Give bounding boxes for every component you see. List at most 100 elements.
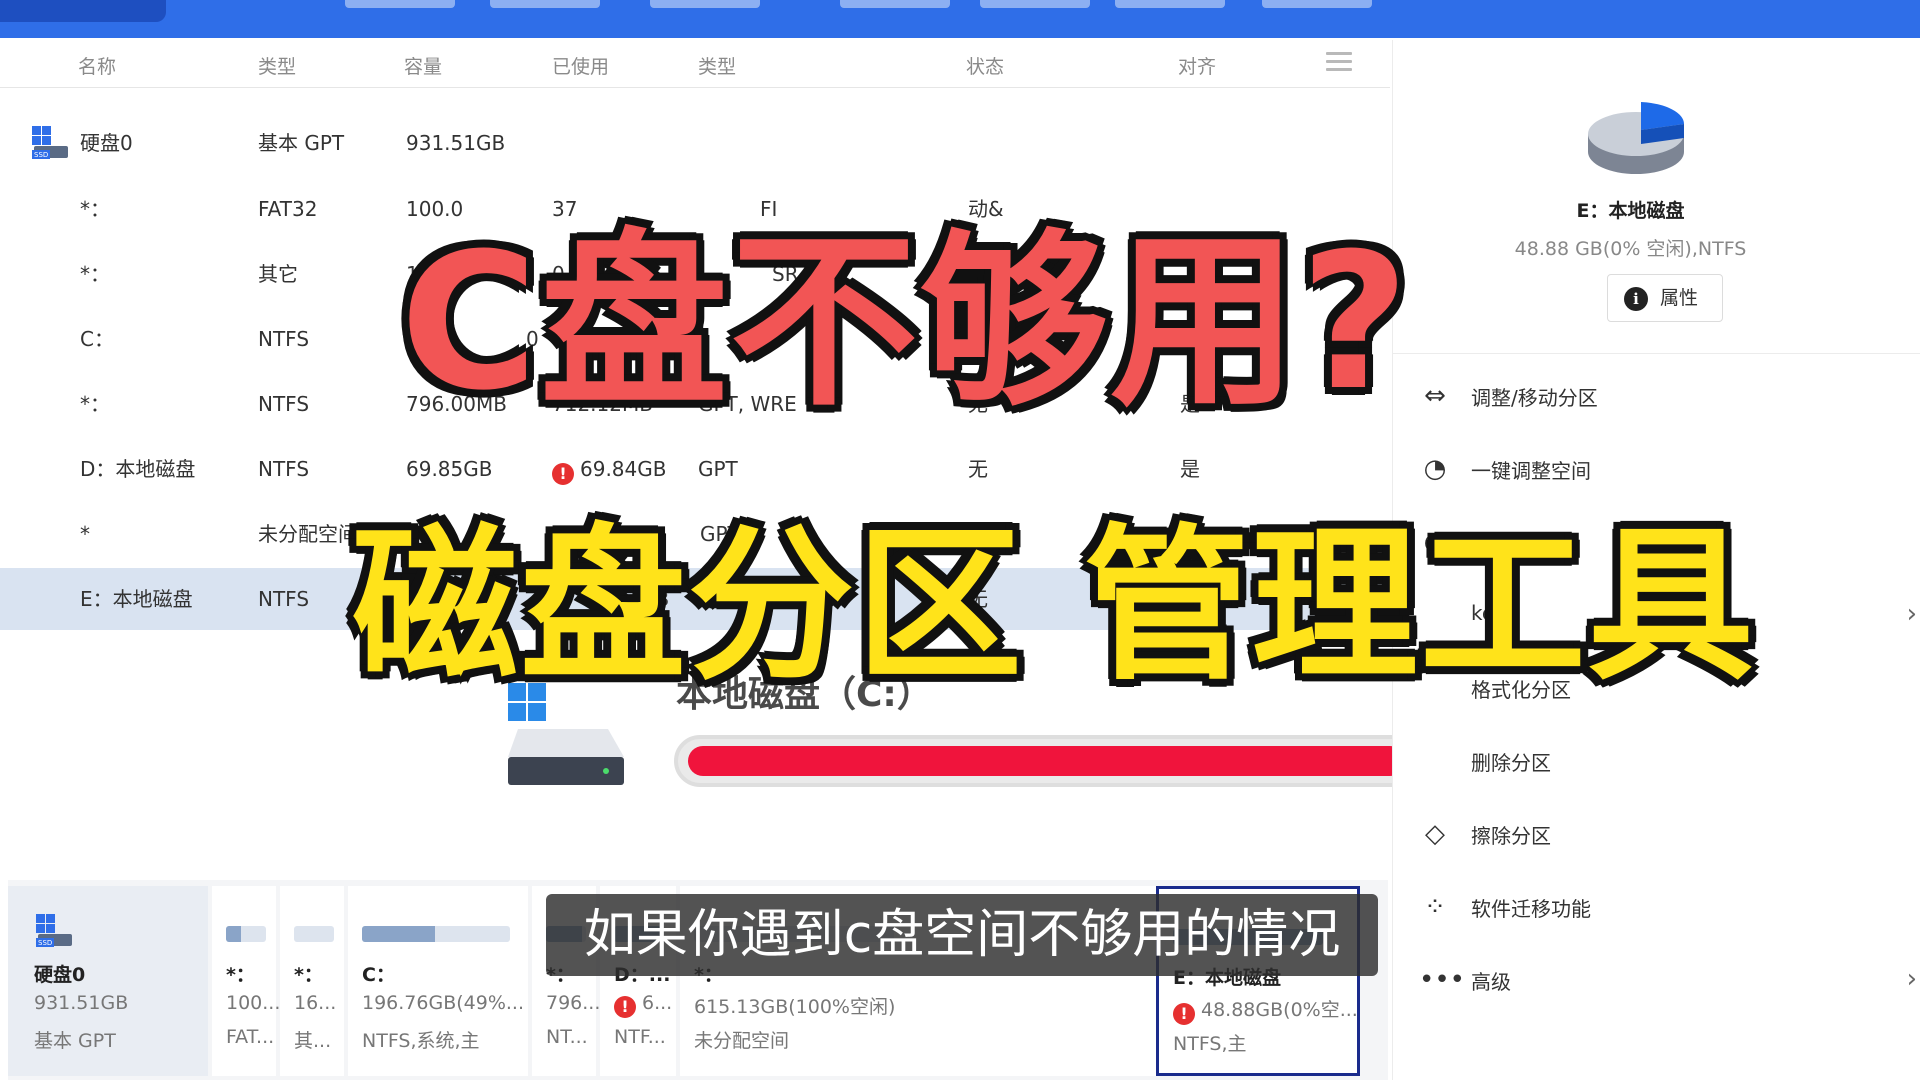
partition-usage-bar [294,926,334,942]
op-label: 软件迁移功能 [1471,897,1591,921]
op-wipe[interactable]: ◇ 擦除分区 [1393,804,1920,864]
disk-map-partition[interactable]: C： 196.76GB(49%... NTFS,系统,主 [348,886,528,1076]
svg-text:SSD: SSD [38,939,52,947]
column-menu-icon[interactable] [1326,52,1352,72]
disk-map-disk-style: 基本 GPT [34,1030,116,1052]
row-name: * [80,522,90,546]
toolbar-item[interactable] [1115,0,1225,8]
partition-fs: FAT... [226,1026,275,1048]
app-menu-button[interactable] [0,0,166,22]
row-type: 其它 [258,262,298,286]
column-header-status[interactable]: 状态 [966,52,1004,79]
partition-fs: NT... [546,1026,588,1048]
info-icon: i [1624,287,1648,311]
row-type: 基本 GPT [258,131,345,155]
partition-name: *： [294,964,323,986]
row-name: *： [80,197,110,221]
op-label: 擦除分区 [1471,824,1551,848]
column-header-type[interactable]: 类型 [258,52,296,79]
toolbar-item[interactable] [490,0,600,8]
app-migrate-icon: ⁘ [1424,892,1446,922]
toolbar-item[interactable] [840,0,950,8]
row-type: NTFS [258,457,310,481]
op-label: 删除分区 [1471,751,1551,775]
op-app-migrate[interactable]: ⁘ 软件迁移功能 [1393,877,1920,937]
partition-fs: 未分配空间 [694,1030,790,1052]
partition-usage-fill [362,926,435,942]
disk-map-disk[interactable]: SSD 硬盘0 931.51GB 基本 GPT [8,886,208,1076]
video-caption: 如果你遇到c盘空间不够用的情况 [546,894,1378,976]
partition-fs: NTFS,主 [1173,1033,1247,1055]
subheadline-overlay: 磁盘分区 管理工具 [352,510,1756,703]
partition-usage-bar [362,926,510,942]
column-header-name[interactable]: 名称 [78,52,116,79]
op-label: 高级 [1471,970,1511,994]
row-capacity: 931.51GB [406,131,506,155]
table-row[interactable]: SSD 硬盘0 基本 GPT 931.51GB [0,112,1390,174]
partition-fs: NTFS,系统,主 [362,1030,480,1052]
more-dots-icon: ••• [1419,965,1466,995]
partition-size: 615.13GB(100%空闲) [694,996,896,1018]
partition-size: 6... [642,992,673,1014]
svg-text:SSD: SSD [34,151,48,159]
warning-icon: ! [1173,1003,1195,1025]
op-advanced[interactable]: ••• 高级 › [1393,950,1920,1010]
column-header-capacity[interactable]: 容量 [404,52,442,79]
partition-size: 48.88GB(0%空... [1201,999,1358,1021]
disk-map-partition[interactable]: *： 100... FAT... [212,886,280,1076]
warning-icon: ! [614,996,636,1018]
disk-map-disk-name: 硬盘0 [34,964,86,986]
partition-size: 796... [546,992,601,1014]
toolbar-item[interactable] [650,0,760,8]
resize-arrows-icon: ⇔ [1424,381,1446,411]
disk-map-partition[interactable]: *： 16... 其... [280,886,344,1076]
column-header-partition-type[interactable]: 类型 [698,52,736,79]
table-header: 名称 类型 容量 已使用 类型 状态 对齐 [0,40,1390,88]
top-toolbar [0,0,1920,38]
ssd-disk-icon: SSD [36,914,72,947]
toolbar-item[interactable] [345,0,455,8]
partition-usage-fill [226,926,242,942]
eraser-icon: ◇ [1425,819,1445,849]
row-name: C： [80,327,114,351]
selected-partition-summary: E：本地磁盘 48.88 GB(0% 空闲),NTFS i 属性 [1393,40,1920,354]
row-type: NTFS [258,392,310,416]
column-header-used[interactable]: 已使用 [552,52,609,79]
delete-icon [1419,745,1451,777]
toolbar-item[interactable] [1262,0,1372,8]
chevron-right-icon: › [1906,599,1917,629]
row-name: 硬盘0 [80,131,133,155]
row-type: 未分配空间 [258,522,358,546]
toolbar-item[interactable] [980,0,1090,8]
disk-usage-fill [688,746,1405,776]
partition-name: *： [226,964,255,986]
chevron-right-icon: › [1906,964,1917,994]
headline-overlay: C盘不够用? [400,213,1412,432]
partition-size: 100... [226,992,281,1014]
partition-name: C： [362,964,395,986]
row-name: D：本地磁盘 [80,457,196,481]
properties-label: 属性 [1660,287,1699,309]
selected-partition-details: 48.88 GB(0% 空闲),NTFS [1514,238,1747,260]
properties-button[interactable]: i 属性 [1607,274,1723,322]
selected-partition-title: E：本地磁盘 [1576,200,1685,222]
disk-usage-bar [674,735,1434,787]
row-type: NTFS [258,587,310,611]
pie-usage-icon [1588,102,1685,174]
row-type: NTFS [258,327,310,351]
op-label: 调整/移动分区 [1471,386,1598,410]
partition-fs: 其... [294,1030,332,1052]
partition-size-cell: ! 48.88GB(0%空... [1173,995,1358,1025]
partition-usage-bar [226,926,266,942]
partition-fs: NTF... [614,1026,666,1048]
disk-map-disk-size: 931.51GB [34,992,129,1014]
partition-size: 16... [294,992,337,1014]
op-resize-move[interactable]: ⇔ 调整/移动分区 [1393,366,1920,426]
op-delete[interactable]: 删除分区 [1393,731,1920,791]
partition-size-cell: ! 6... [614,992,672,1018]
row-name: *： [80,392,110,416]
column-header-align[interactable]: 对齐 [1178,52,1216,79]
row-type: FAT32 [258,197,318,221]
ssd-disk-icon: SSD [32,126,68,159]
partition-size: 196.76GB(49%... [362,992,525,1014]
